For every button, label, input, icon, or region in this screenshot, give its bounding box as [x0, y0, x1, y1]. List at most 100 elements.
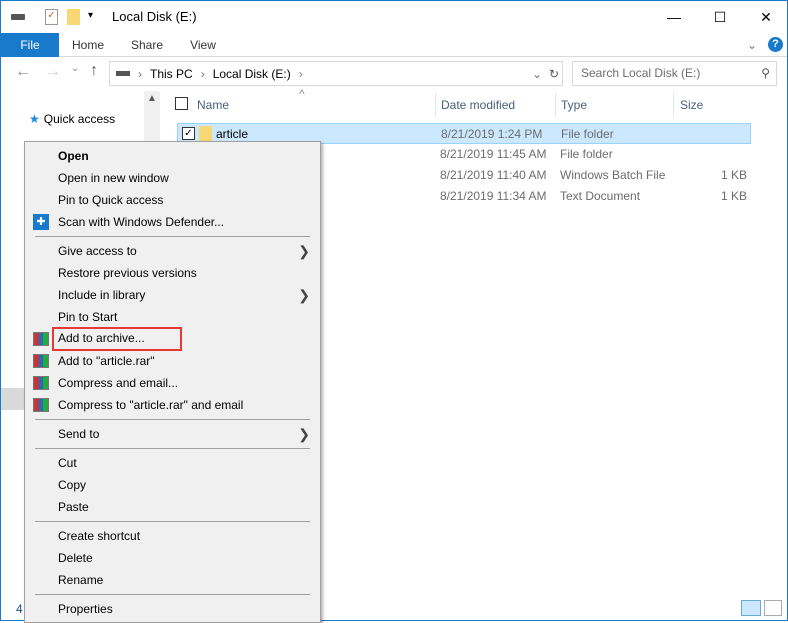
recent-dropdown-icon[interactable]: ⌄ — [71, 63, 79, 74]
ribbon-expand-icon[interactable]: ⌄ — [745, 33, 759, 57]
file-date: 8/21/2019 1:24 PM — [441, 127, 543, 141]
column-divider — [555, 93, 556, 117]
menu-separator — [35, 521, 310, 522]
file-date: 8/21/2019 11:34 AM — [440, 189, 547, 203]
menu-rename[interactable]: Rename — [25, 569, 320, 591]
forward-button[interactable]: → — [45, 63, 61, 81]
tab-view[interactable]: View — [181, 33, 225, 57]
file-date: 8/21/2019 11:40 AM — [440, 168, 547, 182]
select-all-checkbox[interactable] — [175, 97, 188, 110]
close-button[interactable]: ✕ — [743, 1, 788, 33]
menu-scan-defender[interactable]: ✚ Scan with Windows Defender... — [25, 211, 320, 233]
menu-compress-email[interactable]: Compress and email... — [25, 372, 320, 394]
address-dropdown-icon[interactable]: ⌄ — [532, 67, 542, 81]
column-date[interactable]: Date modified — [441, 98, 515, 112]
column-type[interactable]: Type — [561, 98, 587, 112]
menu-include-library[interactable]: Include in library ❯ — [25, 284, 320, 306]
menu-restore-versions[interactable]: Restore previous versions — [25, 262, 320, 284]
menu-open[interactable]: Open — [25, 145, 320, 167]
search-icon: ⚲ — [761, 66, 770, 80]
row-checkbox[interactable]: ✓ — [182, 127, 195, 140]
sort-ascending-icon: ^ — [299, 87, 305, 101]
back-button[interactable]: ← — [15, 63, 31, 81]
nav-selected-item[interactable] — [1, 388, 25, 410]
menu-properties[interactable]: Properties — [25, 598, 320, 620]
minimize-button[interactable]: — — [651, 1, 697, 33]
star-icon: ★ — [29, 112, 40, 126]
winrar-icon — [33, 376, 49, 390]
drive-icon — [11, 14, 25, 20]
address-bar[interactable]: › This PC › Local Disk (E:) › ⌄ ↻ — [109, 61, 563, 86]
help-icon[interactable]: ? — [768, 37, 783, 52]
column-size[interactable]: Size — [680, 98, 703, 112]
file-type: Text Document — [560, 189, 641, 203]
menu-separator — [35, 448, 310, 449]
column-header: ^ Name Date modified Type Size — [161, 87, 787, 117]
breadcrumb-this-pc[interactable]: This PC — [150, 67, 193, 81]
menu-open-new-window[interactable]: Open in new window — [25, 167, 320, 189]
menu-label: Compress and email... — [58, 376, 179, 390]
tab-file[interactable]: File — [1, 33, 59, 57]
menu-delete[interactable]: Delete — [25, 547, 320, 569]
scroll-up-icon[interactable]: ▲ — [147, 93, 157, 104]
menu-copy[interactable]: Copy — [25, 474, 320, 496]
status-item-count: 4 — [16, 602, 23, 616]
column-name[interactable]: Name — [197, 98, 229, 112]
tab-home[interactable]: Home — [63, 33, 113, 57]
chevron-right-icon: ❯ — [298, 243, 310, 259]
breadcrumb-local-disk[interactable]: Local Disk (E:) — [213, 67, 291, 81]
menu-compress-rar-email[interactable]: Compress to "article.rar" and email — [25, 394, 320, 416]
file-type: Windows Batch File — [560, 168, 666, 182]
menu-pin-start[interactable]: Pin to Start — [25, 306, 320, 328]
menu-label-highlighted: Add to archive... — [52, 327, 182, 351]
chevron-right-icon: › — [298, 66, 303, 81]
chevron-right-icon: ❯ — [298, 426, 310, 442]
search-input[interactable]: Search Local Disk (E:) ⚲ — [572, 61, 777, 86]
menu-separator — [35, 594, 310, 595]
menu-paste[interactable]: Paste — [25, 496, 320, 518]
chevron-right-icon: › — [200, 66, 205, 81]
chevron-right-icon: › — [138, 66, 142, 81]
file-type: File folder — [560, 147, 613, 161]
qat-dropdown-icon[interactable]: ▾ — [88, 10, 93, 21]
winrar-icon — [33, 354, 49, 368]
menu-send-to[interactable]: Send to ❯ — [25, 423, 320, 445]
menu-cut[interactable]: Cut — [25, 452, 320, 474]
file-size: 1 KB — [720, 168, 747, 182]
chevron-right-icon: ❯ — [298, 287, 310, 303]
nav-quick-access[interactable]: ★ Quick access — [29, 112, 115, 126]
refresh-icon[interactable]: ↻ — [549, 67, 559, 81]
menu-pin-quick-access[interactable]: Pin to Quick access — [25, 189, 320, 211]
column-divider — [673, 93, 674, 117]
menu-label: Scan with Windows Defender... — [58, 215, 225, 229]
winrar-icon — [33, 332, 49, 346]
drive-icon — [116, 71, 130, 76]
large-icons-view-button[interactable] — [764, 600, 782, 616]
folder-icon — [199, 126, 212, 141]
title-bar: ✓ ▾ Local Disk (E:) — ☐ ✕ — [1, 1, 787, 33]
menu-label: Send to — [58, 427, 100, 441]
file-date: 8/21/2019 11:45 AM — [440, 147, 547, 161]
tab-share[interactable]: Share — [123, 33, 171, 57]
file-type: File folder — [561, 127, 614, 141]
quick-access-label: Quick access — [43, 112, 116, 126]
search-placeholder: Search Local Disk (E:) — [581, 66, 701, 80]
menu-label: Include in library — [58, 288, 146, 302]
column-divider — [435, 93, 436, 117]
menu-label: Add to "article.rar" — [58, 354, 155, 368]
defender-shield-icon: ✚ — [33, 214, 49, 230]
menu-separator — [35, 419, 310, 420]
menu-label: Compress to "article.rar" and email — [58, 398, 244, 412]
context-menu: Open Open in new window Pin to Quick acc… — [24, 141, 321, 623]
maximize-button[interactable]: ☐ — [697, 1, 743, 33]
properties-qat-icon[interactable]: ✓ — [45, 9, 58, 25]
menu-create-shortcut[interactable]: Create shortcut — [25, 525, 320, 547]
up-button[interactable]: ↑ — [90, 62, 98, 80]
menu-add-to-rar[interactable]: Add to "article.rar" — [25, 350, 320, 372]
menu-add-to-archive[interactable]: Add to archive... — [25, 327, 320, 351]
new-folder-qat-icon[interactable] — [67, 9, 80, 25]
ribbon-tabs: File Home Share View ⌄ ? — [1, 33, 787, 57]
details-view-button[interactable] — [741, 600, 761, 616]
menu-label: Give access to — [58, 244, 137, 258]
menu-give-access[interactable]: Give access to ❯ — [25, 240, 320, 262]
